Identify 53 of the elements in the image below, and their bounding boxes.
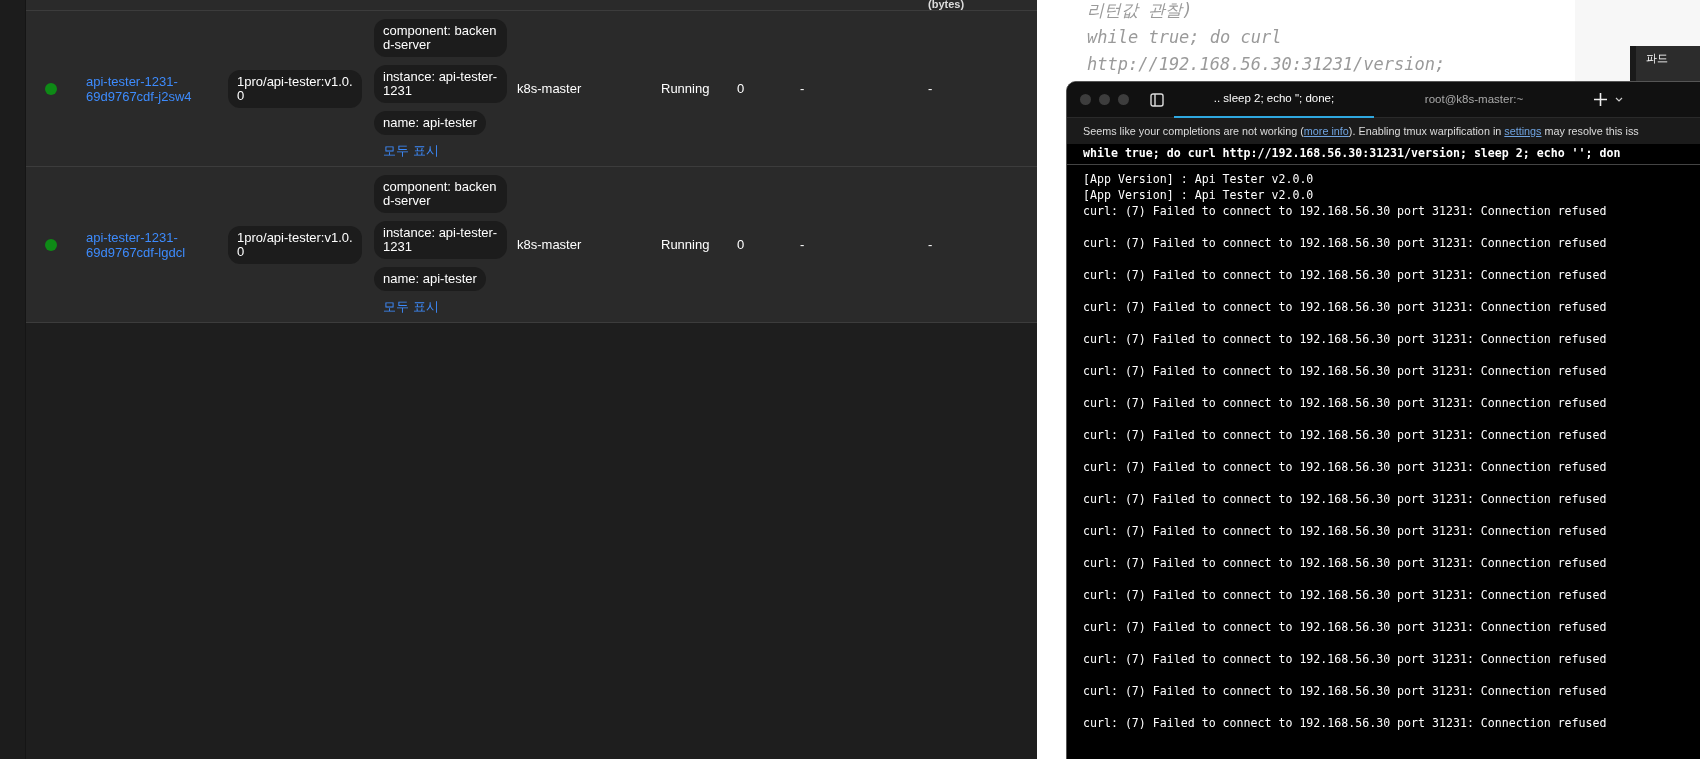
node-cell-text: k8s-master (517, 79, 583, 98)
table-cell-text: - (800, 79, 806, 98)
status-cell-text: Running (661, 79, 711, 98)
label-tag: instance: api-tester-1231 (374, 221, 507, 259)
output-line: curl: (7) Failed to connect to 192.168.56.30 port 31231: Connection refused (1083, 460, 1607, 474)
output-line: curl: (7) Failed to connect to 192.168.56.30 port 31231: Connection refused (1083, 556, 1607, 570)
label-tag: name: api-tester (374, 111, 486, 135)
label-tag: component: backend-server (374, 19, 507, 57)
output-line: curl: (7) Failed to connect to 192.168.56.30 port 31231: Connection refused (1083, 364, 1607, 378)
output-line: curl: (7) Failed to connect to 192.168.56.30 port 31231: Connection refused (1083, 332, 1607, 346)
command-line: while true; do curl http://192.168.56.30:31231/version; sleep 2; echo ''; don (1083, 146, 1621, 160)
output-line: curl: (7) Failed to connect to 192.168.56.30 port 31231: Connection refused (1083, 684, 1607, 698)
terminal-tab[interactable]: root@k8s-master:~ (1374, 82, 1574, 118)
output-line: curl: (7) Failed to connect to 192.168.56.30 port 31231: Connection refused (1083, 428, 1607, 442)
output-line: curl: (7) Failed to connect to 192.168.56.30 port 31231: Connection refused (1083, 300, 1607, 314)
output-line: curl: (7) Failed to connect to 192.168.56.30 port 31231: Connection refused (1083, 396, 1607, 410)
output-line: curl: (7) Failed to connect to 192.168.56.30 port 31231: Connection refused (1083, 204, 1607, 218)
image-tag: 1pro/api-tester:v1.0.0 (228, 225, 362, 264)
output-line: curl: (7) Failed to connect to 192.168.56.30 port 31231: Connection refused (1083, 524, 1607, 538)
output-line: curl: (7) Failed to connect to 192.168.56.30 port 31231: Connection refused (1083, 268, 1607, 282)
table-cell-text: - (928, 79, 934, 98)
warning-message: Seems like your completions are not working (more info). Enabling tmux warpification in settings may resolve this iss (1083, 125, 1639, 137)
output-line: curl: (7) Failed to connect to 192.168.56.30 port 31231: Connection refused (1083, 716, 1607, 730)
output-line: [App Version] : Api Tester v2.0.0 (1083, 188, 1314, 202)
show-all-link[interactable]: 모두 표시 (383, 143, 517, 158)
output-line: [App Version] : Api Tester v2.0.0 (1083, 172, 1314, 186)
label-tag: name: api-tester (374, 267, 486, 291)
table-cell-text: - (928, 235, 934, 254)
sidebar-icon[interactable] (1150, 92, 1164, 107)
output-line: curl: (7) Failed to connect to 192.168.56.30 port 31231: Connection refused (1083, 236, 1607, 250)
restarts-cell-text: 0 (737, 235, 746, 254)
pod-name-link[interactable]: api-tester-1231-69d9767cdf-lgdcl (86, 229, 198, 260)
add-tab-icon[interactable] (1594, 93, 1607, 106)
image-tag: 1pro/api-tester:v1.0.0 (228, 69, 362, 108)
output-line: curl: (7) Failed to connect to 192.168.56.30 port 31231: Connection refused (1083, 620, 1607, 634)
pod-name-link[interactable]: api-tester-1231-69d9767cdf-j2sw4 (86, 73, 198, 104)
note-line: while true; do curl (1087, 26, 1282, 49)
label-tag: component: backend-server (374, 175, 507, 213)
column-header: (bytes) (928, 0, 965, 10)
settings-link[interactable]: settings (1504, 125, 1542, 137)
output-line: curl: (7) Failed to connect to 192.168.56.30 port 31231: Connection refused (1083, 652, 1607, 666)
chevron-down-icon[interactable] (1615, 97, 1623, 102)
output-line: curl: (7) Failed to connect to 192.168.56.30 port 31231: Connection refused (1083, 492, 1607, 506)
table-cell-text: - (800, 235, 806, 254)
note-line: http://192.168.56.30:31231/version; (1087, 53, 1446, 76)
show-all-link[interactable]: 모두 표시 (383, 299, 517, 314)
restarts-cell-text: 0 (737, 79, 746, 98)
panel-label: 파드 (1646, 52, 1668, 64)
node-cell-text: k8s-master (517, 235, 583, 254)
note-line: 리턴값 관찰) (1087, 0, 1193, 22)
output-line: curl: (7) Failed to connect to 192.168.56.30 port 31231: Connection refused (1083, 588, 1607, 602)
label-tag: instance: api-tester-1231 (374, 65, 507, 103)
status-cell-text: Running (661, 235, 711, 254)
